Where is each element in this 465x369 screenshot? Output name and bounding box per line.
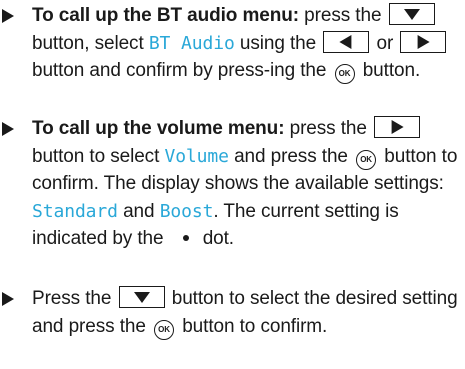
- instruction-step-volume: To call up the volume menu: press the bu…: [0, 115, 465, 253]
- display-text-boost: Boost: [159, 200, 214, 222]
- step-text: and press the: [234, 145, 348, 167]
- step-heading: To call up the volume menu:: [32, 118, 285, 139]
- display-text-volume: Volume: [164, 145, 229, 167]
- step-text: button to confirm.: [182, 315, 328, 337]
- step-text: button, select: [32, 32, 144, 54]
- bullet-arrow-icon: [2, 122, 14, 136]
- bullet-arrow-icon: [2, 9, 14, 23]
- step-text: Press the: [32, 288, 112, 309]
- selection-dot-icon: [182, 235, 189, 241]
- step-text: or: [376, 32, 394, 54]
- step-text: press the: [284, 118, 367, 139]
- step-text: button to select: [32, 145, 160, 167]
- ok-button-icon: OK: [154, 319, 175, 340]
- step-text: using the: [239, 32, 317, 54]
- step-heading: To call up the BT audio menu:: [32, 5, 299, 26]
- instruction-step-bt-audio: To call up the BT audio menu: press the …: [0, 2, 465, 85]
- step-text: press the: [298, 5, 382, 26]
- down-arrow-key-icon: [118, 286, 165, 308]
- right-arrow-key-icon: [374, 116, 421, 138]
- step-text: The display shows the available settings…: [103, 173, 444, 194]
- step-text: and: [123, 200, 155, 222]
- step-text: dot.: [202, 228, 234, 249]
- bullet-arrow-icon: [2, 292, 14, 306]
- left-arrow-key-icon: [323, 30, 370, 53]
- display-text-bt-audio: BT Audio: [148, 32, 235, 54]
- step-text: button and confirm by press-ing the: [32, 60, 327, 81]
- step-text: button.: [362, 60, 421, 81]
- ok-button-icon: OK: [334, 64, 355, 84]
- right-arrow-key-icon: [400, 30, 447, 53]
- instruction-step-select-setting: Press the button to select the desired s…: [0, 285, 465, 340]
- ok-button-icon: OK: [356, 149, 377, 170]
- down-arrow-key-icon: [388, 3, 435, 25]
- display-text-standard: Standard: [32, 200, 118, 222]
